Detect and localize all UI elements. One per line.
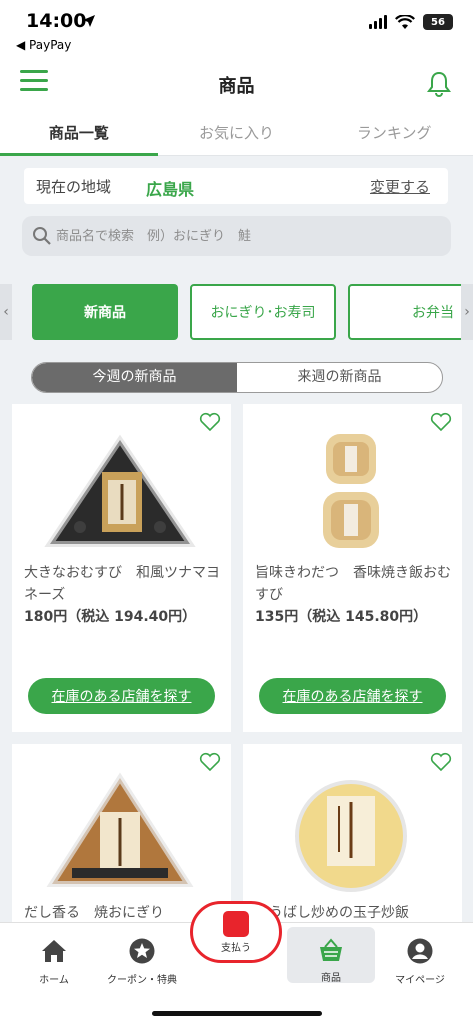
product-price: 180円（税込 194.40円）: [24, 609, 197, 625]
app-header: 商品: [0, 56, 473, 112]
nav-mypage[interactable]: マイページ: [372, 937, 468, 986]
pay-button[interactable]: 支払う: [190, 901, 282, 963]
status-bar: 14:00 ◀ PayPay 56: [0, 0, 473, 56]
search-input[interactable]: [56, 216, 436, 256]
nav-products-label: 商品: [321, 973, 341, 984]
star-icon: [129, 938, 155, 964]
wifi-icon: [395, 14, 415, 29]
heart-icon[interactable]: [430, 752, 452, 772]
product-card[interactable]: 旨味きわだつ 香味焼き飯おむすび 135円（税込 145.80円） 在庫のある店…: [243, 404, 462, 732]
location-arrow-icon: [83, 15, 95, 27]
product-name: 旨味きわだつ 香味焼き飯おむすび: [255, 565, 451, 603]
week-toggle: 今週の新商品 来週の新商品: [31, 362, 443, 393]
main-content: 現在の地域 広島県 変更する ‹ 新商品 おにぎり･お寿司 お弁当 › 今週の新…: [0, 156, 473, 922]
heart-icon[interactable]: [199, 412, 221, 432]
product-card[interactable]: だし香る 焼おにぎり: [12, 744, 231, 922]
product-image: [323, 434, 379, 548]
tab-ranking[interactable]: ランキング: [315, 112, 473, 155]
nav-home-label: ホーム: [39, 975, 69, 986]
heart-icon[interactable]: [199, 752, 221, 772]
user-icon: [407, 938, 433, 964]
page-title: 商品: [218, 76, 255, 97]
nav-products[interactable]: 商品: [287, 927, 375, 984]
pay-label: 支払う: [221, 942, 251, 954]
product-card[interactable]: 大きなおむすび 和風ツナマヨネーズ 180円（税込 194.40円） 在庫のある…: [12, 404, 231, 732]
nav-home[interactable]: ホーム: [6, 937, 102, 986]
chevron-right-icon[interactable]: ›: [461, 284, 473, 340]
product-image: [295, 780, 407, 892]
region-label: 現在の地域: [36, 178, 112, 196]
chevron-left-icon[interactable]: ‹: [0, 284, 12, 340]
this-week-button[interactable]: 今週の新商品: [32, 363, 237, 392]
bell-icon[interactable]: [425, 70, 453, 98]
nav-mypage-label: マイページ: [395, 975, 445, 986]
change-region-link[interactable]: 変更する: [370, 176, 430, 197]
nav-coupon[interactable]: クーポン・特典: [94, 937, 190, 986]
product-image: [46, 772, 194, 887]
category-bento[interactable]: お弁当: [348, 284, 468, 340]
category-chips: ‹ 新商品 おにぎり･お寿司 お弁当 ›: [0, 284, 473, 340]
region-bar: 現在の地域 広島県 変更する: [24, 168, 448, 204]
tab-product-list[interactable]: 商品一覧: [0, 112, 158, 156]
product-name: こうばし炒めの玉子炒飯: [255, 905, 409, 921]
battery-icon: 56: [423, 14, 453, 30]
paypay-logo-icon: [223, 910, 249, 937]
category-onigiri-sushi[interactable]: おにぎり･お寿司: [190, 284, 336, 340]
find-store-button[interactable]: 在庫のある店舗を探す: [259, 678, 446, 714]
region-value: 広島県: [146, 180, 195, 199]
status-time: 14:00: [26, 10, 87, 32]
back-to-app-link[interactable]: ◀ PayPay: [16, 38, 71, 52]
heart-icon[interactable]: [430, 412, 452, 432]
category-new-products[interactable]: 新商品: [32, 284, 178, 340]
next-week-button[interactable]: 来週の新商品: [237, 363, 442, 392]
find-store-button[interactable]: 在庫のある店舗を探す: [28, 678, 215, 714]
product-name: 大きなおむすび 和風ツナマヨネーズ: [24, 565, 220, 603]
signal-icon: [369, 15, 387, 29]
nav-coupon-label: クーポン・特典: [107, 975, 177, 986]
home-indicator: [152, 1011, 322, 1016]
status-icons: 56: [369, 14, 453, 30]
basket-icon: [320, 938, 342, 961]
tab-favorites[interactable]: お気に入り: [158, 112, 316, 155]
bottom-nav: ホーム クーポン・特典 支払う 商品 マイページ: [0, 901, 473, 1024]
search-icon: [33, 227, 51, 245]
tab-bar: 商品一覧 お気に入り ランキング: [0, 112, 473, 156]
home-icon: [42, 940, 66, 962]
product-card[interactable]: こうばし炒めの玉子炒飯: [243, 744, 462, 922]
product-price: 135円（税込 145.80円）: [255, 609, 428, 625]
product-image: [44, 434, 196, 547]
search-bar: [22, 216, 451, 256]
